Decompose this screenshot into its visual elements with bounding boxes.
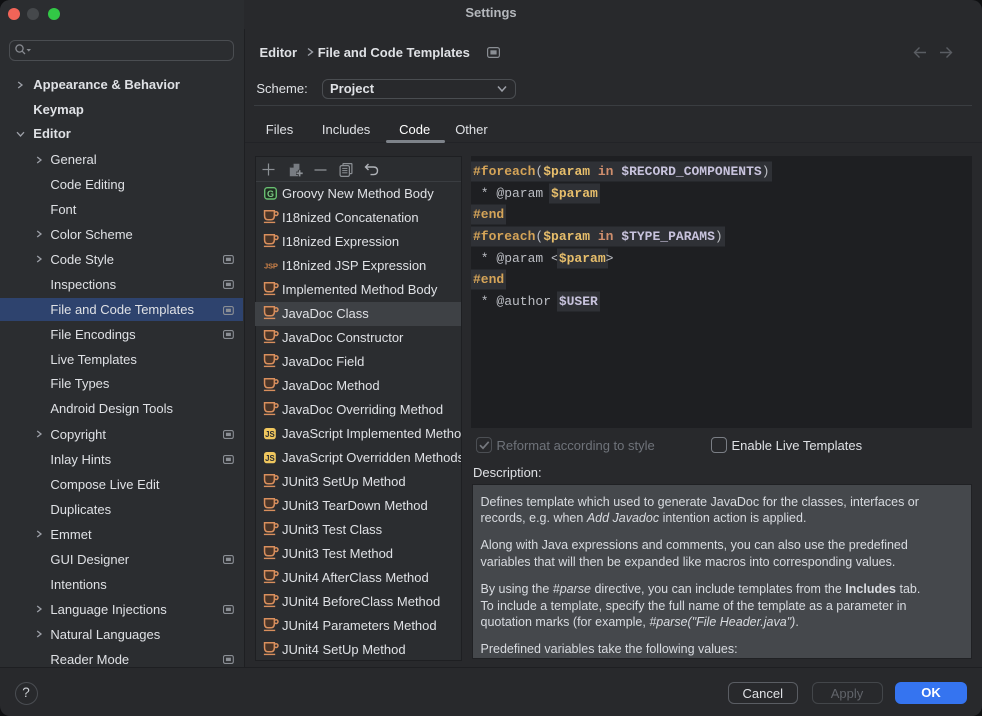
svg-text:JS: JS <box>265 430 275 439</box>
svg-text:G: G <box>267 188 274 198</box>
svg-text:JS: JS <box>265 454 275 463</box>
svg-text:JSP: JSP <box>264 261 278 270</box>
